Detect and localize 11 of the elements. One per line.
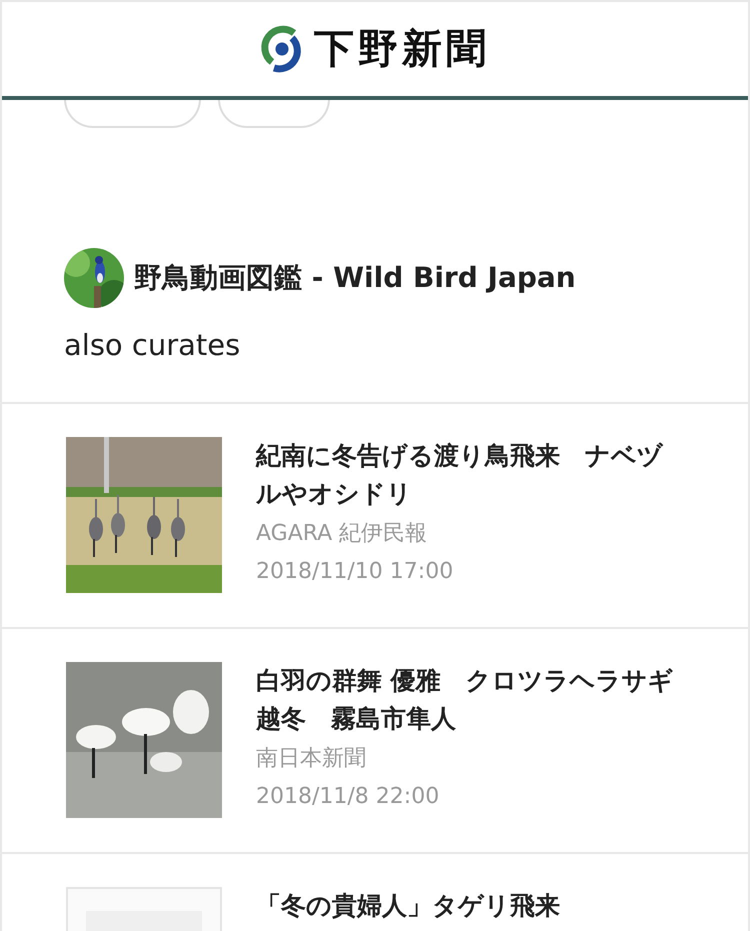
article-title[interactable]: 白羽の群舞 優雅 クロツラヘラサギ越冬 霧島市隼人: [256, 662, 676, 738]
article-source: 南日本新聞: [256, 745, 367, 773]
article-source: AGARA 紀伊民報: [256, 520, 428, 548]
article-time: 2018/11/10 17:00: [256, 558, 454, 586]
article-title[interactable]: 紀南に冬告げる渡り鳥飛来 ナベヅルやオシドリ: [256, 437, 676, 513]
article-title[interactable]: 「冬の貴婦人」タゲリ飛来: [256, 887, 676, 925]
article-time: 2018/11/8 22:00: [256, 783, 440, 811]
section-caption: also curates: [64, 328, 242, 362]
curator-name[interactable]: 野鳥動画図鑑 - Wild Bird Japan: [134, 259, 576, 297]
logo-text[interactable]: 下野新聞: [314, 27, 490, 71]
logo-icon: [260, 24, 304, 74]
